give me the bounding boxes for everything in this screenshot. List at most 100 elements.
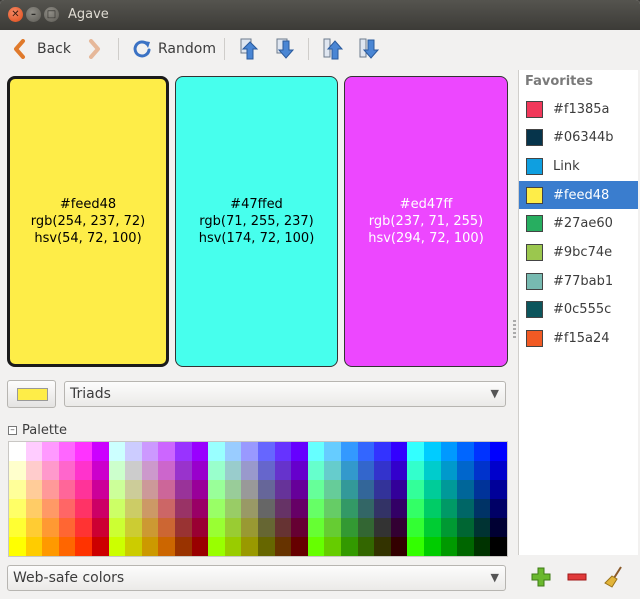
random-button[interactable]: Random xyxy=(132,36,216,62)
palette-cell[interactable] xyxy=(357,518,375,537)
palette-cell[interactable] xyxy=(424,518,441,537)
pane-resize-handle[interactable] xyxy=(513,320,516,340)
palette-cell[interactable] xyxy=(158,537,175,556)
palette-cell[interactable] xyxy=(374,499,391,518)
palette-cell[interactable] xyxy=(9,499,26,518)
palette-cell[interactable] xyxy=(258,518,275,537)
palette-cell[interactable] xyxy=(473,442,491,461)
palette-cell[interactable] xyxy=(58,518,76,537)
palette-cell[interactable] xyxy=(473,518,491,537)
palette-cell[interactable] xyxy=(457,518,474,537)
palette-cell[interactable] xyxy=(291,499,308,518)
palette-cell[interactable] xyxy=(440,537,458,556)
color-swatch[interactable]: #feed48 rgb(254, 237, 72) hsv(54, 72, 10… xyxy=(7,76,169,367)
favorite-item[interactable]: #27ae60 xyxy=(519,210,638,238)
palette-cell[interactable] xyxy=(341,480,358,499)
maximize-window-button[interactable]: □ xyxy=(44,7,59,22)
palette-cell[interactable] xyxy=(291,537,308,556)
palette-cell[interactable] xyxy=(125,518,142,537)
palette-cell[interactable] xyxy=(58,442,76,461)
palette-cell[interactable] xyxy=(357,499,375,518)
palette-cell[interactable] xyxy=(191,480,209,499)
palette-cell[interactable] xyxy=(291,461,308,480)
palette-cell[interactable] xyxy=(241,518,258,537)
palette-cell[interactable] xyxy=(258,461,275,480)
palette-cell[interactable] xyxy=(92,537,109,556)
palette-cell[interactable] xyxy=(424,480,441,499)
saturate-button[interactable] xyxy=(322,36,344,62)
palette-cell[interactable] xyxy=(224,480,242,499)
palette-cell[interactable] xyxy=(224,461,242,480)
palette-cell[interactable] xyxy=(108,518,126,537)
palette-cell[interactable] xyxy=(440,461,458,480)
palette-cell[interactable] xyxy=(241,442,258,461)
palette-cell[interactable] xyxy=(440,499,458,518)
palette-cell[interactable] xyxy=(75,537,92,556)
palette-cell[interactable] xyxy=(440,442,458,461)
palette-cell[interactable] xyxy=(108,461,126,480)
palette-cell[interactable] xyxy=(341,442,358,461)
palette-cell[interactable] xyxy=(25,480,43,499)
palette-cell[interactable] xyxy=(42,537,59,556)
palette-cell[interactable] xyxy=(324,461,341,480)
palette-cell[interactable] xyxy=(175,518,192,537)
palette-cell[interactable] xyxy=(224,537,242,556)
palette-cell[interactable] xyxy=(490,537,507,556)
palette-cell[interactable] xyxy=(258,499,275,518)
palette-cell[interactable] xyxy=(324,537,341,556)
palette-cell[interactable] xyxy=(241,537,258,556)
palette-cell[interactable] xyxy=(357,480,375,499)
palette-cell[interactable] xyxy=(108,480,126,499)
palette-cell[interactable] xyxy=(125,499,142,518)
favorite-item[interactable]: #f15a24 xyxy=(519,325,638,353)
palette-cell[interactable] xyxy=(191,461,209,480)
palette-cell[interactable] xyxy=(258,480,275,499)
palette-cell[interactable] xyxy=(307,480,325,499)
favorite-item[interactable]: #feed48 xyxy=(519,181,638,210)
palette-cell[interactable] xyxy=(92,461,109,480)
favorite-item[interactable]: #0c555c xyxy=(519,296,638,324)
palette-cell[interactable] xyxy=(374,442,391,461)
palette-cell[interactable] xyxy=(324,499,341,518)
palette-cell[interactable] xyxy=(175,499,192,518)
palette-cell[interactable] xyxy=(108,537,126,556)
palette-cell[interactable] xyxy=(125,480,142,499)
palette-cell[interactable] xyxy=(175,461,192,480)
palette-cell[interactable] xyxy=(241,499,258,518)
palette-cell[interactable] xyxy=(241,480,258,499)
palette-cell[interactable] xyxy=(9,480,26,499)
palette-cell[interactable] xyxy=(58,537,76,556)
palette-cell[interactable] xyxy=(424,461,441,480)
palette-cell[interactable] xyxy=(191,442,209,461)
favorite-item[interactable]: #9bc74e xyxy=(519,239,638,267)
lighten-button[interactable] xyxy=(238,36,260,62)
palette-cell[interactable] xyxy=(341,461,358,480)
palette-cell[interactable] xyxy=(307,442,325,461)
palette-cell[interactable] xyxy=(158,442,175,461)
palette-cell[interactable] xyxy=(158,499,175,518)
palette-cell[interactable] xyxy=(274,499,292,518)
palette-cell[interactable] xyxy=(274,442,292,461)
palette-cell[interactable] xyxy=(9,442,26,461)
palette-cell[interactable] xyxy=(424,442,441,461)
palette-cell[interactable] xyxy=(9,518,26,537)
palette-cell[interactable] xyxy=(42,480,59,499)
palette-cell[interactable] xyxy=(25,537,43,556)
palette-cell[interactable] xyxy=(457,442,474,461)
palette-cell[interactable] xyxy=(108,499,126,518)
palette-cell[interactable] xyxy=(291,480,308,499)
palette-cell[interactable] xyxy=(141,480,159,499)
palette-cell[interactable] xyxy=(141,442,159,461)
palette-cell[interactable] xyxy=(175,480,192,499)
palette-cell[interactable] xyxy=(92,499,109,518)
palette-cell[interactable] xyxy=(274,518,292,537)
forward-button[interactable] xyxy=(86,36,102,62)
palette-cell[interactable] xyxy=(473,537,491,556)
palette-cell[interactable] xyxy=(490,461,507,480)
palette-cell[interactable] xyxy=(125,442,142,461)
palette-cell[interactable] xyxy=(58,461,76,480)
palette-cell[interactable] xyxy=(490,442,507,461)
palette-cell[interactable] xyxy=(307,499,325,518)
palette-cell[interactable] xyxy=(208,480,225,499)
palette-cell[interactable] xyxy=(390,461,408,480)
